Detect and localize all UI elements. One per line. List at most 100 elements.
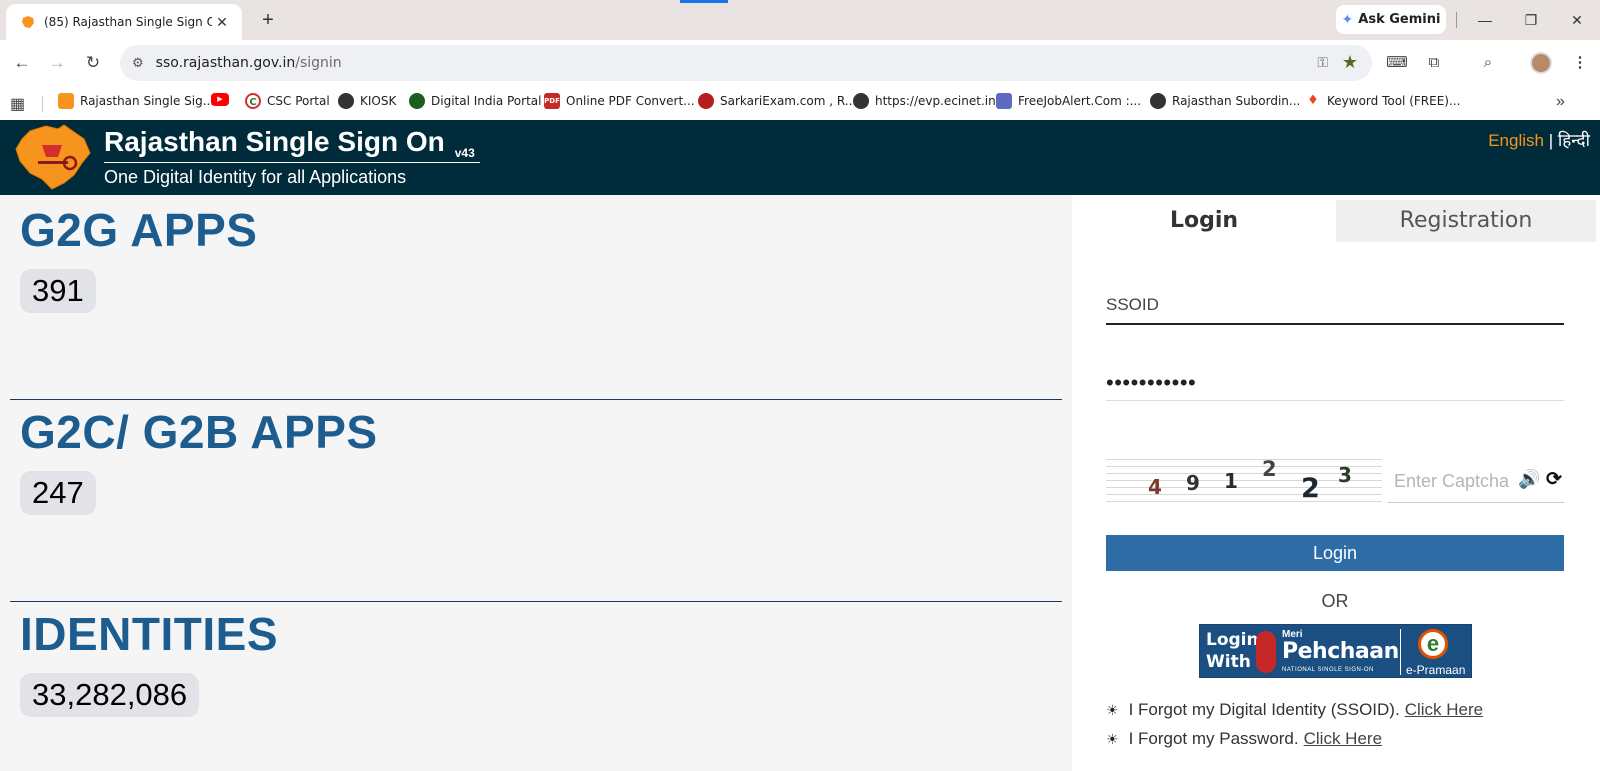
nsso-label: NATIONAL SINGLE SIGN-ON bbox=[1282, 667, 1374, 673]
bookmark-youtube[interactable]: ▶ bbox=[211, 93, 235, 106]
meri-pehchaan-login-button[interactable]: Login With Meri Pehchaan NATIONAL SINGLE… bbox=[1199, 624, 1472, 678]
login-button[interactable]: Login bbox=[1106, 535, 1564, 571]
bookmark-pdf-convert[interactable]: PDF Online PDF Convert... bbox=[544, 93, 695, 109]
stat-divider bbox=[10, 399, 1062, 400]
globe-icon bbox=[1150, 93, 1166, 109]
freejobalert-icon bbox=[996, 93, 1012, 109]
globe-icon bbox=[853, 93, 869, 109]
digital-india-icon bbox=[409, 93, 425, 109]
lang-english-link[interactable]: English bbox=[1488, 131, 1544, 150]
epramaan-label: e-Pramaan bbox=[1406, 663, 1466, 677]
site-settings-icon[interactable]: ⚙ bbox=[132, 55, 144, 71]
stat-g2g-apps: G2G APPS 391 bbox=[20, 203, 257, 313]
bookmark-evp-ecinet[interactable]: https://evp.ecinet.in bbox=[853, 93, 996, 109]
captcha-input[interactable]: Enter Captcha 🔊 ⟳ bbox=[1388, 465, 1564, 503]
logo-divider bbox=[1400, 629, 1401, 675]
forgot-ssoid-link[interactable]: Click Here bbox=[1405, 700, 1483, 720]
forgot-password-link[interactable]: Click Here bbox=[1304, 729, 1382, 749]
captcha-digit: 4 bbox=[1148, 475, 1162, 499]
stat-title: G2C/ G2B APPS bbox=[20, 406, 378, 458]
bookmark-label: https://evp.ecinet.in bbox=[875, 94, 996, 108]
epramaan-logo-icon: e bbox=[1418, 629, 1448, 659]
youtube-icon: ▶ bbox=[211, 93, 229, 106]
captcha-digit: 2 bbox=[1262, 457, 1277, 481]
password-key-icon[interactable]: ⚿ bbox=[1317, 54, 1328, 71]
tab-registration[interactable]: Registration bbox=[1336, 200, 1596, 242]
site-header: Rajasthan Single Sign On v43 One Digital … bbox=[0, 120, 1600, 195]
globe-icon bbox=[338, 93, 354, 109]
bookmark-label: Digital India Portal bbox=[431, 94, 542, 108]
back-arrow-icon[interactable]: ← bbox=[9, 50, 35, 76]
forgot-ssoid-text: I Forgot my Digital Identity (SSOID). bbox=[1128, 700, 1400, 719]
browser-tab[interactable]: (85) Rajasthan Single Sign On ✕ bbox=[6, 4, 242, 40]
minimize-icon[interactable]: — bbox=[1470, 7, 1500, 33]
bookmark-digital-india[interactable]: Digital India Portal bbox=[409, 93, 541, 109]
stat-count-badge: 247 bbox=[20, 471, 96, 515]
captcha-image: 4 9 1 2 2 3 bbox=[1106, 453, 1382, 504]
bookmark-freejobalert[interactable]: FreeJobAlert.Com :... bbox=[996, 93, 1141, 109]
keyboard-icon[interactable]: ⌨ bbox=[1385, 51, 1409, 75]
or-separator: OR bbox=[1321, 591, 1349, 611]
bookmark-rajasthan-sso[interactable]: Rajasthan Single Sig... bbox=[58, 93, 214, 109]
forgot-password-text: I Forgot my Password. bbox=[1128, 729, 1299, 748]
bookmark-label: FreeJobAlert.Com :... bbox=[1018, 94, 1142, 108]
url-input[interactable]: ⚙ sso.rajasthan.gov.in/signin ⚿ ★ bbox=[120, 45, 1372, 81]
browser-menu-icon[interactable]: ⋮ bbox=[1568, 51, 1592, 75]
bookmarks-bar: ▦ Rajasthan Single Sig... ▶ C CSC Portal… bbox=[0, 86, 1600, 120]
brand-underline bbox=[104, 162, 480, 163]
tab-search-icon[interactable]: ⌕ bbox=[1476, 51, 1500, 75]
captcha-placeholder: Enter Captcha bbox=[1394, 471, 1510, 491]
reload-icon[interactable]: ↻ bbox=[80, 50, 106, 76]
stat-title: IDENTITIES bbox=[20, 608, 279, 660]
bookmark-label: KIOSK bbox=[360, 94, 397, 108]
bookmark-csc-portal[interactable]: C CSC Portal bbox=[245, 93, 330, 109]
profile-avatar[interactable] bbox=[1530, 52, 1552, 74]
sarkari-exam-icon bbox=[698, 93, 714, 109]
password-field[interactable]: ••••••••••• bbox=[1106, 361, 1564, 401]
stats-section: G2G APPS 391 G2C/ G2B APPS 247 IDENTITIE… bbox=[0, 195, 1072, 771]
password-value: ••••••••••• bbox=[1106, 370, 1197, 395]
forgot-password-row: ☀ I Forgot my Password. Click Here bbox=[1106, 729, 1382, 749]
bookmark-kiosk[interactable]: KIOSK bbox=[338, 93, 396, 109]
ask-gemini-button[interactable]: ✦ Ask Gemini bbox=[1336, 5, 1446, 34]
stat-identities: IDENTITIES 33,282,086 bbox=[20, 607, 278, 717]
tab-close-icon[interactable]: ✕ bbox=[212, 14, 232, 31]
ssoid-value: SSOID bbox=[1106, 295, 1159, 314]
captcha-digit: 3 bbox=[1338, 463, 1352, 487]
forward-arrow-icon[interactable]: → bbox=[44, 50, 70, 76]
window-controls-separator bbox=[1456, 12, 1457, 28]
site-subtitle: One Digital Identity for all Application… bbox=[104, 167, 407, 187]
rajasthan-logo-icon bbox=[58, 93, 74, 109]
version-label: v43 bbox=[454, 146, 475, 160]
bookmark-keyword-tool[interactable]: ♦ Keyword Tool (FREE)... bbox=[1305, 93, 1460, 109]
stat-count-badge: 391 bbox=[20, 269, 96, 313]
captcha-digit: 1 bbox=[1224, 469, 1238, 493]
bookmark-label: CSC Portal bbox=[267, 94, 330, 108]
csc-icon: C bbox=[245, 93, 261, 109]
bookmark-star-icon[interactable]: ★ bbox=[1342, 52, 1358, 73]
window-close-icon[interactable]: ✕ bbox=[1562, 7, 1592, 33]
refresh-icon[interactable]: ⟳ bbox=[1546, 468, 1562, 491]
ask-gemini-label: Ask Gemini bbox=[1358, 12, 1441, 27]
bookmark-label: Rajasthan Single Sig... bbox=[80, 94, 215, 108]
speaker-icon[interactable]: 🔊 bbox=[1518, 469, 1540, 490]
apps-grid-icon[interactable]: ▦ bbox=[10, 94, 25, 114]
lang-hindi-link[interactable]: हिन्दी bbox=[1558, 131, 1590, 150]
extensions-puzzle-icon[interactable]: ⧉ bbox=[1422, 51, 1446, 75]
rajasthan-favicon-icon bbox=[22, 16, 34, 28]
site-title: Rajasthan Single Sign On bbox=[104, 126, 445, 157]
brand-block: Rajasthan Single Sign On v43 One Digital … bbox=[104, 126, 480, 188]
flame-icon: ♦ bbox=[1307, 93, 1319, 108]
more-bookmarks-chevron-icon[interactable]: » bbox=[1556, 93, 1565, 111]
bookmark-sarkari-exam[interactable]: SarkariExam.com , R... bbox=[698, 93, 856, 109]
stat-divider bbox=[10, 601, 1062, 602]
captcha-digit: 9 bbox=[1186, 471, 1200, 495]
ssoid-field[interactable]: SSOID bbox=[1106, 285, 1564, 325]
login-panel: Login Registration SSOID ••••••••••• 4 9… bbox=[1072, 195, 1600, 771]
tab-login[interactable]: Login bbox=[1072, 200, 1336, 242]
language-switcher: English | हिन्दी bbox=[1488, 128, 1590, 151]
bookmark-rajasthan-subordinate[interactable]: Rajasthan Subordin... bbox=[1150, 93, 1300, 109]
stat-count-badge: 33,282,086 bbox=[20, 673, 200, 717]
new-tab-button[interactable]: + bbox=[254, 7, 282, 35]
restore-icon[interactable]: ❐ bbox=[1516, 7, 1546, 33]
